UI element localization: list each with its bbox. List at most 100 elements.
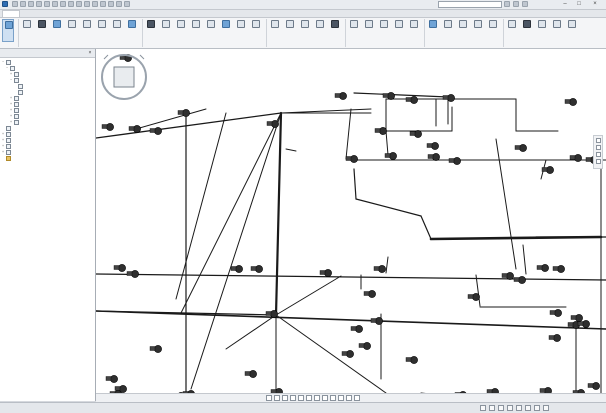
fixture-symbol[interactable]: [346, 350, 354, 358]
fixture-symbol[interactable]: [431, 142, 439, 150]
fixture-symbol[interactable]: [378, 265, 386, 273]
tab-18[interactable]: [330, 10, 358, 17]
3d-view-icon[interactable]: [92, 1, 98, 7]
tab-4[interactable]: [54, 10, 68, 17]
fixture-symbol[interactable]: [582, 320, 590, 328]
dimension-icon[interactable]: [68, 1, 74, 7]
fixture-tag[interactable]: [501, 273, 508, 278]
device-button[interactable]: [250, 19, 262, 42]
scale-icon[interactable]: [266, 395, 272, 401]
fixture-symbol[interactable]: [574, 154, 582, 162]
steering-wheel-icon[interactable]: [596, 138, 601, 143]
pipe-segment[interactable]: [180, 112, 282, 314]
fixture-tag[interactable]: [427, 154, 434, 159]
sign-in-icon[interactable]: [513, 1, 519, 7]
tab-2[interactable]: [22, 10, 36, 17]
pipe-segment[interactable]: [355, 198, 422, 217]
annotate-button[interactable]: [551, 19, 563, 42]
text-button[interactable]: [408, 19, 420, 42]
pipe-segment[interactable]: [385, 130, 389, 156]
conduit-button[interactable]: [96, 19, 108, 42]
pipe-fitting-button[interactable]: [66, 19, 78, 42]
fixture-symbol[interactable]: [546, 166, 554, 174]
fixture-symbol[interactable]: [592, 382, 600, 390]
fixture-symbol[interactable]: [131, 270, 139, 278]
air-terminal-button[interactable]: [111, 19, 123, 42]
text-icon[interactable]: [84, 1, 90, 7]
fixture-tag[interactable]: [113, 265, 120, 270]
redo-icon[interactable]: [44, 1, 50, 7]
tab-17[interactable]: [300, 10, 328, 17]
tab-10[interactable]: [144, 10, 158, 17]
fixture-symbol[interactable]: [133, 125, 141, 133]
fixture-symbol[interactable]: [519, 144, 527, 152]
fixture-symbol[interactable]: [350, 155, 358, 163]
fixture-tag[interactable]: [426, 143, 433, 148]
fixture-symbol[interactable]: [368, 290, 376, 298]
fixture-tag[interactable]: [350, 326, 357, 331]
fixture-tag[interactable]: [319, 270, 326, 275]
fixture-tag[interactable]: [358, 343, 365, 348]
pipe-segment[interactable]: [190, 112, 282, 390]
tab-16[interactable]: [270, 10, 298, 17]
fitting-button[interactable]: [190, 19, 202, 42]
help-icon[interactable]: [522, 1, 528, 7]
fixture-symbol[interactable]: [541, 264, 549, 272]
fixture-tag[interactable]: [244, 371, 251, 376]
maximize-button[interactable]: □: [574, 1, 584, 8]
fixture-tag[interactable]: [101, 124, 108, 129]
ref-plane-button[interactable]: [393, 19, 405, 42]
wire-button[interactable]: [269, 19, 281, 42]
tab-1[interactable]: [2, 10, 20, 17]
tab-13[interactable]: [196, 10, 212, 17]
switch-windows-icon[interactable]: [124, 1, 130, 7]
load-button[interactable]: [472, 19, 484, 42]
fixture-tag[interactable]: [384, 153, 391, 158]
pipe-segment[interactable]: [475, 274, 481, 307]
symbol-button[interactable]: [566, 19, 578, 42]
fixture-tag[interactable]: [345, 156, 352, 161]
viewcube-face[interactable]: [113, 66, 135, 88]
fixture-symbol[interactable]: [569, 98, 577, 106]
schedule-button[interactable]: [487, 19, 499, 42]
reveal-hidden-icon[interactable]: [338, 395, 344, 401]
fixture-symbol[interactable]: [432, 153, 440, 161]
fixture-symbol[interactable]: [553, 334, 561, 342]
tab-11[interactable]: [160, 10, 176, 17]
fixture-symbol[interactable]: [363, 342, 371, 350]
tab-7[interactable]: [102, 10, 114, 17]
floor-plan-drawing[interactable]: [96, 49, 606, 401]
fixture-tag[interactable]: [442, 95, 449, 100]
browser-tree-item[interactable]: [2, 155, 92, 161]
sun-path-icon[interactable]: [290, 395, 296, 401]
fixture-symbol[interactable]: [379, 127, 387, 135]
detail-level-icon[interactable]: [274, 395, 280, 401]
fixture-tag[interactable]: [114, 386, 121, 391]
tab-8[interactable]: [116, 10, 128, 17]
fixture-symbol[interactable]: [557, 265, 565, 273]
mechanical-equipment-button[interactable]: [126, 19, 138, 42]
fixture-tag[interactable]: [552, 266, 559, 271]
fixture-symbol[interactable]: [447, 94, 455, 102]
sync-icon[interactable]: [28, 1, 34, 7]
fixture-tag[interactable]: [405, 97, 412, 102]
fixture-tag[interactable]: [363, 291, 370, 296]
fixture-tag[interactable]: [564, 99, 571, 104]
fixture-symbol[interactable]: [554, 309, 562, 317]
zoom-icon[interactable]: [596, 145, 601, 150]
pipe-segment[interactable]: [495, 138, 517, 270]
filter-icon[interactable]: [543, 405, 549, 411]
fixture-tag[interactable]: [405, 357, 412, 362]
pipe-segment[interactable]: [96, 310, 606, 330]
fixture-tag[interactable]: [128, 126, 135, 131]
fixture-symbol[interactable]: [119, 385, 127, 393]
pipe-segment[interactable]: [345, 108, 352, 160]
pipe-segment[interactable]: [285, 148, 297, 152]
fixture-tag[interactable]: [126, 271, 133, 276]
select-by-face-icon[interactable]: [525, 405, 531, 411]
fixture-tag[interactable]: [587, 383, 594, 388]
shadows-icon[interactable]: [298, 395, 304, 401]
modify-button[interactable]: [2, 19, 14, 42]
pan-icon[interactable]: [596, 152, 601, 157]
fixture-tag[interactable]: [539, 388, 546, 393]
